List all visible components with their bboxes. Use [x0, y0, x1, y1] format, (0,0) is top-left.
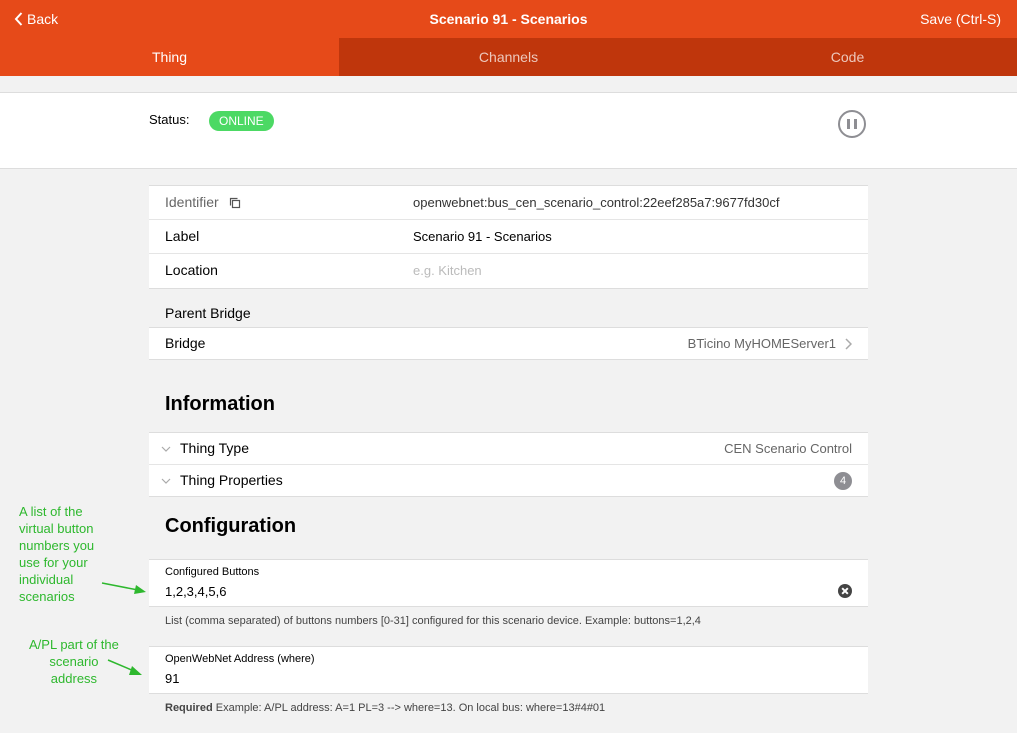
configuration-heading: Configuration — [165, 515, 297, 537]
location-field[interactable]: e.g. Kitchen — [413, 254, 482, 287]
label-label: Label — [165, 228, 200, 244]
buttons-annotation: A list of the virtual button numbers you… — [19, 504, 95, 604]
save-button[interactable]: Save (Ctrl-S) — [920, 0, 1001, 38]
thing-details-card: Identifier openwebnet:bus_cen_scenario_c… — [149, 185, 868, 289]
parent-bridge-heading: Parent Bridge — [165, 305, 251, 321]
chevron-right-icon — [845, 338, 852, 350]
clear-icon[interactable] — [838, 584, 852, 598]
navbar: Back Scenario 91 - Scenarios Save (Ctrl-… — [0, 0, 1017, 38]
thing-type-row[interactable]: Thing Type CEN Scenario Control — [149, 433, 868, 465]
tab-bar: Thing Channels Code — [0, 38, 1017, 76]
page-title: Scenario 91 - Scenarios — [429, 11, 588, 27]
chevron-down-icon — [161, 446, 171, 452]
tab-thing[interactable]: Thing — [0, 38, 339, 76]
chevron-left-icon — [14, 12, 23, 26]
status-badge: ONLINE — [209, 111, 274, 131]
location-label: Location — [165, 262, 218, 278]
back-button[interactable]: Back — [14, 0, 58, 38]
bridge-label: Bridge — [165, 335, 206, 351]
where-address-label: OpenWebNet Address (where) — [165, 653, 315, 665]
pause-icon — [847, 119, 850, 129]
thing-type-value: CEN Scenario Control — [724, 441, 852, 456]
identifier-row: Identifier openwebnet:bus_cen_scenario_c… — [149, 186, 868, 220]
back-label: Back — [27, 11, 59, 27]
required-label: Required — [165, 702, 213, 714]
thing-type-label: Thing Type — [180, 440, 250, 456]
thing-properties-row[interactable]: Thing Properties 4 — [149, 465, 868, 496]
status-label: Status: — [149, 112, 190, 127]
thing-properties-label: Thing Properties — [180, 472, 283, 488]
status-block: Status: ONLINE — [0, 92, 1017, 169]
identifier-value: openwebnet:bus_cen_scenario_control:22ee… — [413, 195, 780, 210]
arrow-icon — [107, 659, 142, 675]
label-field[interactable]: Scenario 91 - Scenarios — [413, 220, 552, 253]
label-row[interactable]: Label Scenario 91 - Scenarios — [149, 220, 868, 254]
where-address-input[interactable]: 91 — [165, 671, 179, 686]
tab-code[interactable]: Code — [678, 38, 1017, 76]
where-address-field[interactable]: OpenWebNet Address (where) 91 — [149, 646, 868, 694]
information-heading: Information — [165, 393, 275, 415]
location-row[interactable]: Location e.g. Kitchen — [149, 254, 868, 288]
identifier-label: Identifier — [165, 186, 241, 219]
configured-buttons-hint: List (comma separated) of buttons number… — [165, 615, 701, 627]
bridge-card: Bridge BTicino MyHOMEServer1 — [149, 327, 868, 360]
chevron-down-icon — [161, 478, 171, 484]
bridge-row[interactable]: Bridge BTicino MyHOMEServer1 — [149, 328, 868, 359]
configured-buttons-label: Configured Buttons — [165, 566, 260, 578]
configured-buttons-field[interactable]: Configured Buttons 1,2,3,4,5,6 — [149, 559, 868, 607]
properties-count-badge: 4 — [834, 472, 852, 490]
copy-icon[interactable] — [229, 197, 241, 209]
information-card: Thing Type CEN Scenario Control Thing Pr… — [149, 432, 868, 497]
where-address-hint: Required Example: A/PL address: A=1 PL=3… — [165, 702, 606, 714]
tab-channels[interactable]: Channels — [339, 38, 678, 76]
bridge-value: BTicino MyHOMEServer1 — [687, 336, 836, 351]
pause-button[interactable] — [838, 110, 866, 138]
configured-buttons-input[interactable]: 1,2,3,4,5,6 — [165, 584, 226, 599]
arrow-icon — [101, 582, 146, 594]
